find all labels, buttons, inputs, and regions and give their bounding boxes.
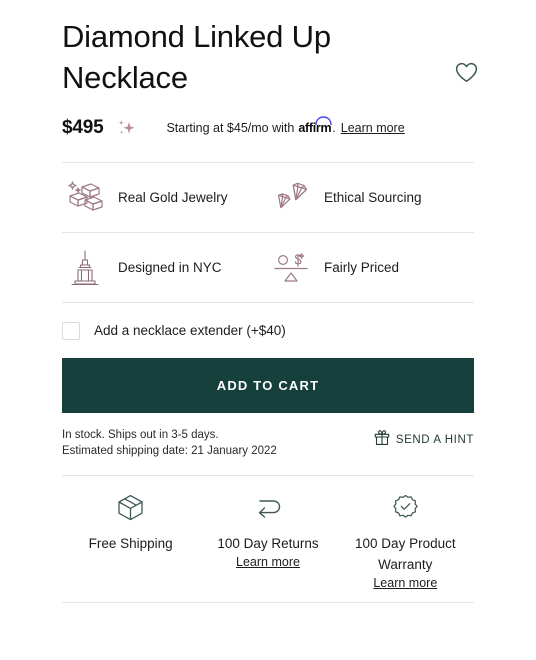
trust-badge-label: 100 Day Returns [217, 536, 319, 551]
availability-row: In stock. Ships out in 3-5 days. Estimat… [62, 427, 474, 475]
return-arrow-icon [254, 492, 282, 522]
feature-label: Fairly Priced [324, 260, 400, 275]
necklace-extender-label: Add a necklace extender (+$40) [94, 323, 286, 338]
send-a-hint-button[interactable]: SEND A HINT [374, 429, 474, 451]
send-a-hint-label: SEND A HINT [395, 434, 474, 446]
necklace-extender-option[interactable]: Add a necklace extender (+$40) [62, 303, 474, 358]
trust-badge-learn-more[interactable]: Learn more [236, 555, 300, 569]
trust-badge-label: 100 Day Product Warranty [355, 536, 456, 572]
price-row: $495 Starting at $45/mo with affirm . Le… [62, 115, 474, 141]
trust-badge-returns: 100 Day Returns Learn more [199, 492, 336, 590]
feature-designed-in-nyc: Designed in NYC [62, 233, 268, 302]
feature-fairly-priced: Fairly Priced [268, 233, 474, 302]
heart-icon [455, 62, 478, 86]
trust-badge-grid: Free Shipping 100 Day Returns Learn more [62, 476, 474, 602]
add-to-cart-button[interactable]: ADD TO CART [62, 358, 474, 413]
package-box-icon [117, 492, 144, 522]
necklace-extender-checkbox[interactable] [62, 321, 80, 340]
page-title: Diamond Linked Up Necklace [62, 19, 331, 95]
trust-badge-label: Free Shipping [88, 536, 173, 551]
availability-text: In stock. Ships out in 3-5 days. Estimat… [62, 427, 277, 459]
diamonds-icon [268, 179, 314, 217]
feature-label: Designed in NYC [118, 260, 222, 275]
wishlist-button[interactable] [455, 62, 478, 83]
trust-badge-free-shipping: Free Shipping [62, 492, 199, 590]
trust-badge-learn-more[interactable]: Learn more [373, 576, 437, 590]
trust-badge-warranty: 100 Day Product Warranty Learn more [337, 492, 474, 590]
gold-bars-icon [62, 179, 108, 217]
divider-bottom [62, 602, 474, 603]
affirm-suffix: . [332, 121, 336, 135]
affirm-prefix: Starting at $45/mo with [166, 121, 295, 135]
feature-grid: Real Gold Jewelry Ethical Sourcing [62, 163, 474, 232]
feature-grid-second-row: Designed in NYC Fairly Priced [62, 233, 474, 302]
feature-label: Real Gold Jewelry [118, 190, 228, 205]
product-price: $495 [62, 117, 104, 138]
affirm-learn-more-link[interactable]: Learn more [341, 121, 405, 135]
warranty-seal-icon [392, 492, 419, 522]
sparkle-icon [116, 118, 138, 138]
gift-icon [374, 429, 390, 451]
product-detail-panel: Diamond Linked Up Necklace $495 Starting… [0, 0, 536, 660]
stock-status: In stock. Ships out in 3-5 days. [62, 429, 219, 441]
affirm-financing-text: Starting at $45/mo with affirm . Learn m… [166, 116, 405, 135]
empire-state-building-icon [62, 248, 108, 288]
affirm-logo: affirm [298, 116, 332, 135]
estimated-shipping-date: Estimated shipping date: 21 January 2022 [62, 445, 277, 457]
feature-real-gold-jewelry: Real Gold Jewelry [62, 163, 268, 232]
title-row: Diamond Linked Up Necklace [62, 0, 478, 98]
feature-ethical-sourcing: Ethical Sourcing [268, 163, 474, 232]
balance-scale-icon [268, 249, 314, 287]
feature-label: Ethical Sourcing [324, 190, 422, 205]
affirm-arc-icon [315, 116, 332, 126]
